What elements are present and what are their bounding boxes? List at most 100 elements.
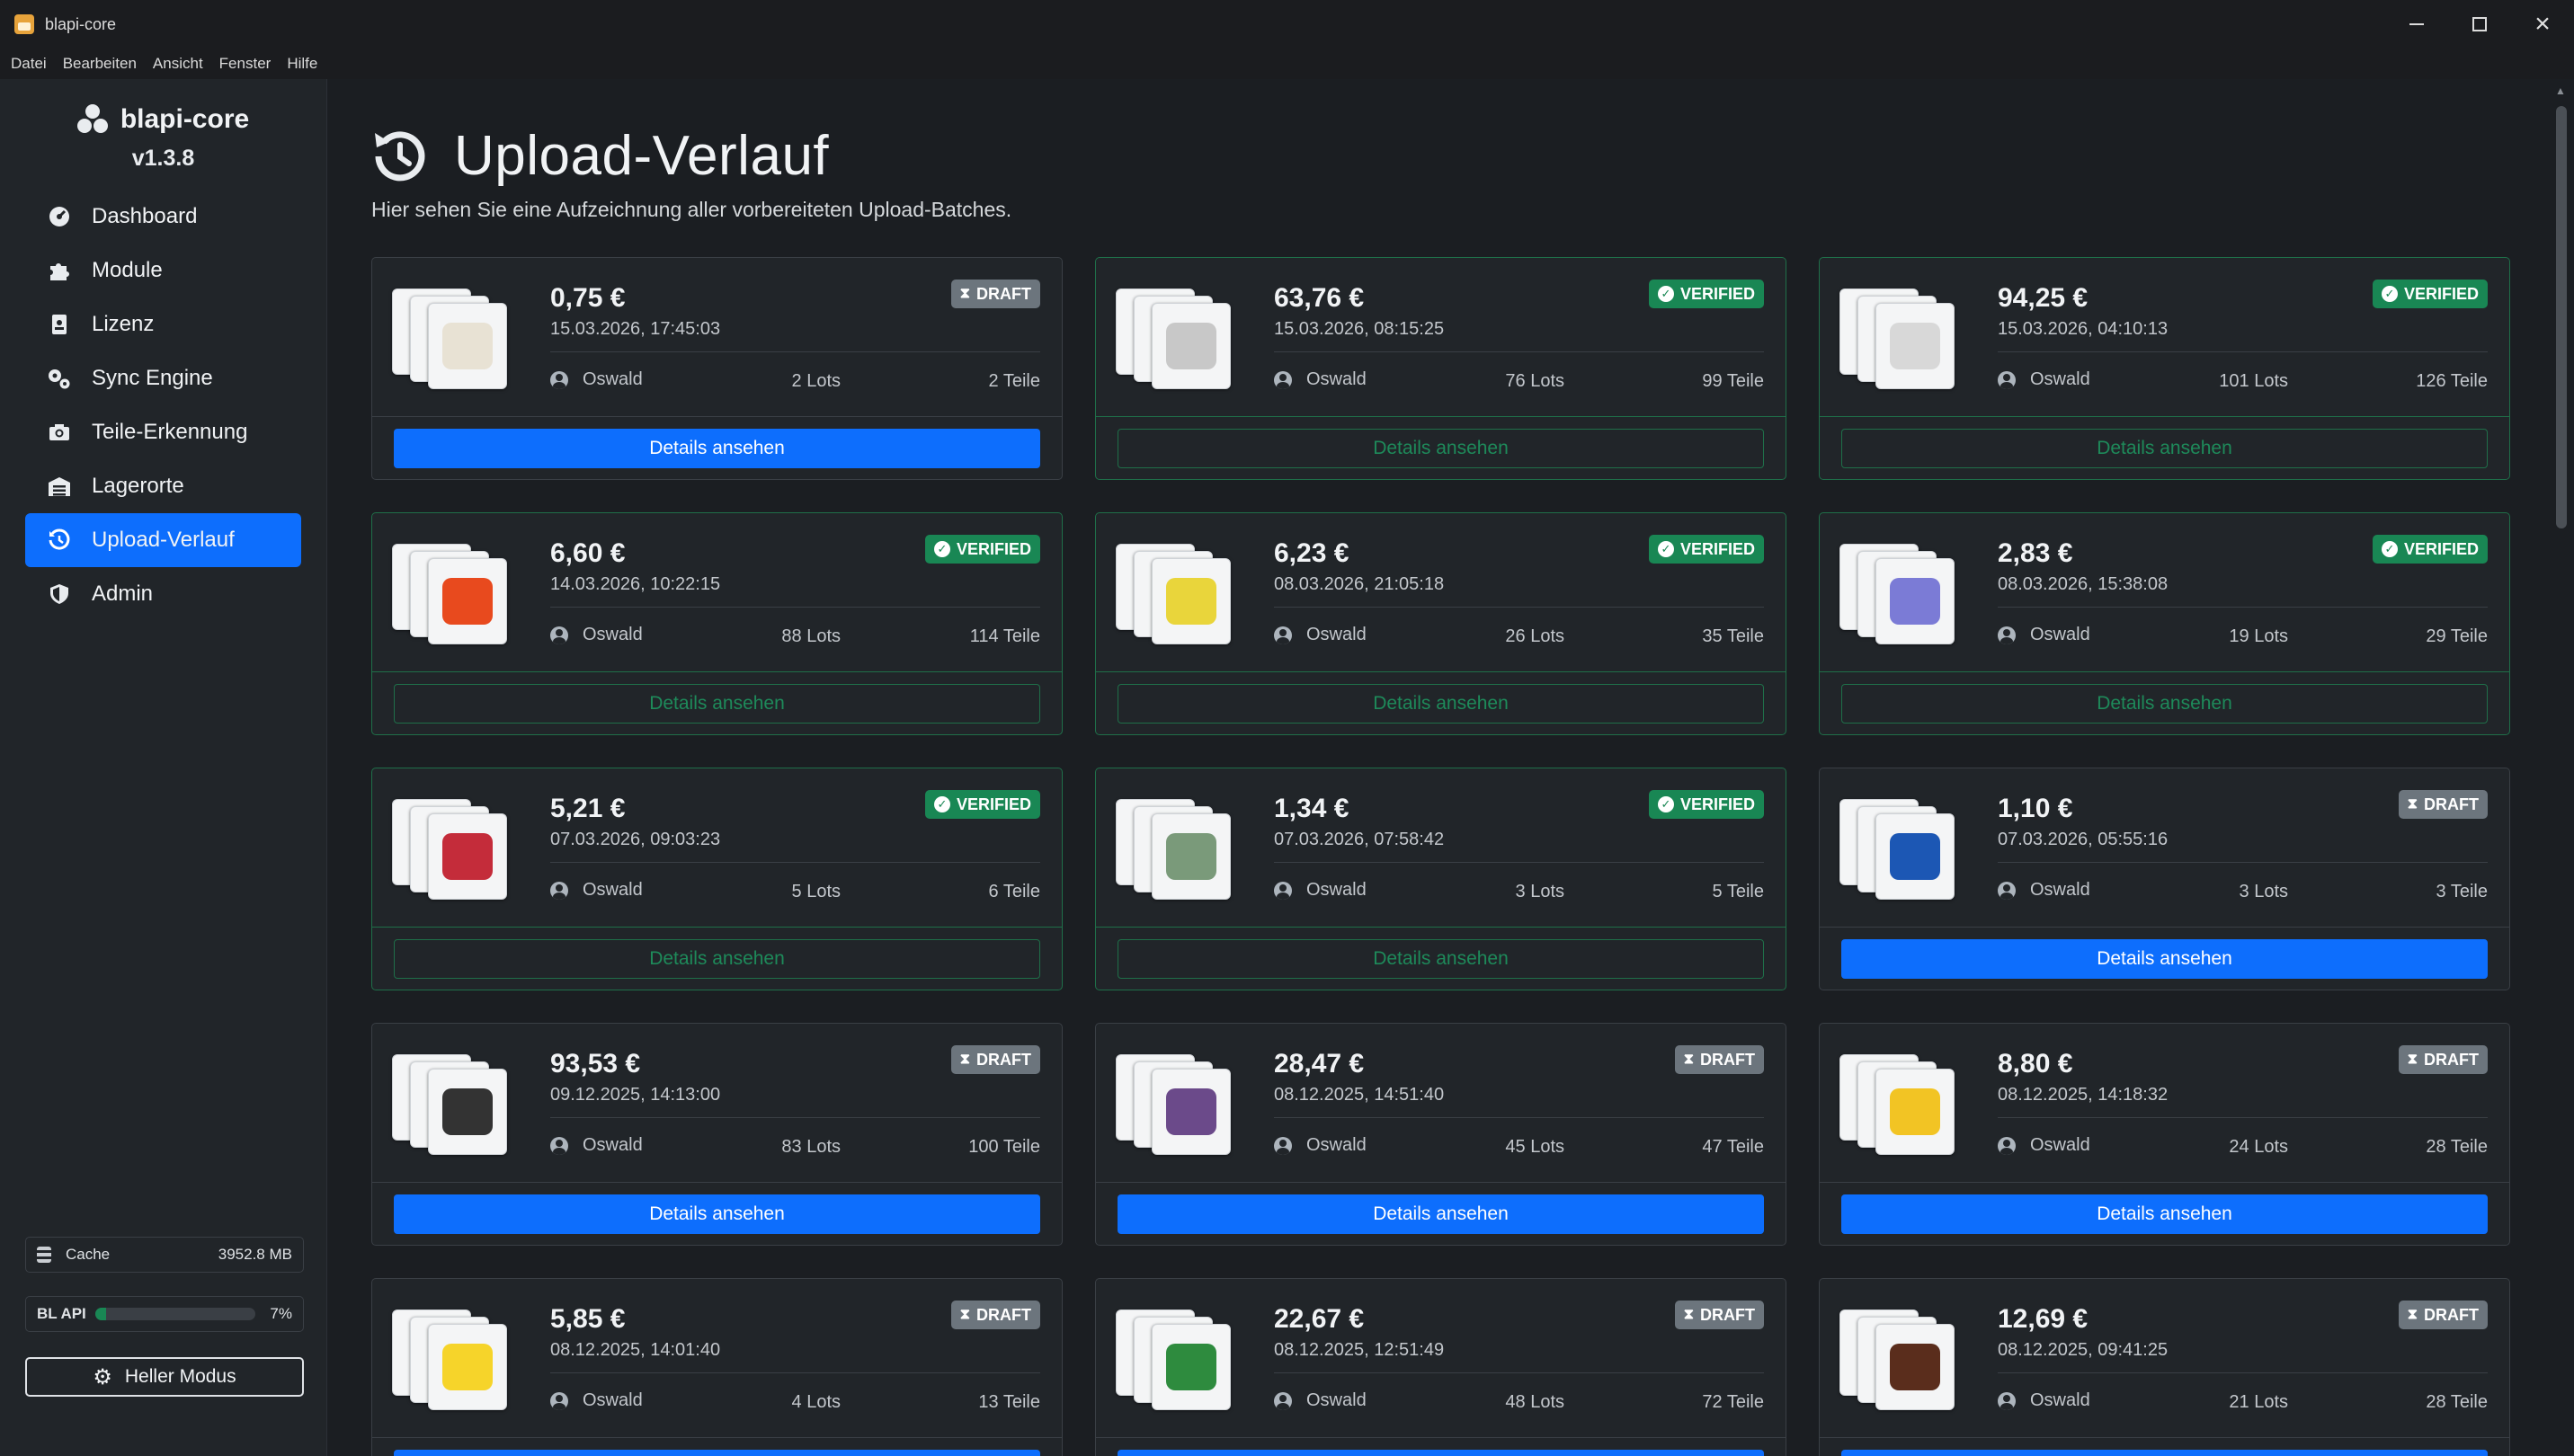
batch-thumbnails: [1116, 544, 1231, 644]
batch-user-name: Oswald: [2030, 625, 2090, 644]
batch-card: 8,80 € 08.12.2025, 14:18:32 ⧗ DRAFT Oswa…: [1819, 1023, 2510, 1246]
status-badge: ⧗ DRAFT: [1674, 1301, 1764, 1329]
batch-user-name: Oswald: [583, 880, 643, 900]
sidebar-item-lagerorte[interactable]: Lagerorte: [25, 459, 301, 513]
card-separator: [550, 607, 1040, 608]
menu-datei[interactable]: Datei: [11, 55, 47, 73]
check-circle-icon: ✓: [933, 541, 950, 557]
batch-lots: 45 Lots: [1505, 1137, 1564, 1157]
scrollbar[interactable]: ▲: [2549, 79, 2574, 1456]
light-mode-button[interactable]: ⚙ Heller Modus: [25, 1357, 304, 1397]
api-label: BL API: [37, 1305, 86, 1322]
batch-user-name: Oswald: [583, 1135, 643, 1155]
card-footer-divider: [372, 1437, 1062, 1438]
card-separator: [550, 862, 1040, 863]
details-button[interactable]: Details ansehen: [394, 939, 1040, 979]
card-footer-divider: [1096, 927, 1786, 928]
sidebar-item-module[interactable]: Module: [25, 244, 301, 297]
status-badge: ⧗ DRAFT: [2398, 1045, 2488, 1074]
sidebar-item-sync-engine[interactable]: Sync Engine: [25, 351, 301, 405]
details-button[interactable]: Details ansehen: [1841, 1450, 2488, 1456]
batch-date: 08.12.2025, 14:18:32: [1998, 1085, 2169, 1105]
batch-thumbnails: [392, 289, 507, 389]
sidebar-item-teile-erkennung[interactable]: Teile-Erkennung: [25, 405, 301, 459]
camera-icon: [47, 420, 72, 445]
sidebar-item-label: Sync Engine: [92, 366, 213, 390]
details-button[interactable]: Details ansehen: [1118, 684, 1764, 724]
batch-user: Oswald: [1998, 1390, 2090, 1411]
batch-user: Oswald: [550, 1135, 643, 1156]
sidebar-item-label: Upload-Verlauf: [92, 528, 235, 552]
sidebar-item-label: Dashboard: [92, 204, 198, 228]
batch-date: 08.03.2026, 15:38:08: [1998, 574, 2169, 594]
status-label: VERIFIED: [1679, 539, 1755, 558]
details-button[interactable]: Details ansehen: [394, 1450, 1040, 1456]
details-button[interactable]: Details ansehen: [394, 1194, 1040, 1234]
batch-price: 6,23 €: [1274, 538, 1349, 568]
part-thumbnail: [428, 558, 507, 644]
batch-date: 08.03.2026, 21:05:18: [1274, 574, 1445, 594]
batch-price: 22,67 €: [1274, 1304, 1365, 1334]
sidebar-item-upload-verlauf[interactable]: Upload-Verlauf: [25, 513, 301, 567]
part-thumbnail: [1875, 1069, 1955, 1155]
status-label: DRAFT: [1700, 1305, 1755, 1324]
scroll-up-icon[interactable]: ▲: [2555, 84, 2566, 97]
batch-lots: 88 Lots: [781, 626, 841, 646]
sidebar-item-dashboard[interactable]: Dashboard: [25, 190, 301, 244]
status-badge: ⧗ DRAFT: [2398, 1301, 2488, 1329]
details-button[interactable]: Details ansehen: [1841, 429, 2488, 468]
batch-user: Oswald: [550, 625, 643, 645]
batch-card: 28,47 € 08.12.2025, 14:51:40 ⧗ DRAFT Osw…: [1095, 1023, 1786, 1246]
batch-parts: 35 Teile: [1702, 626, 1764, 646]
part-thumbnail: [1152, 1324, 1231, 1410]
batch-thumbnails: [1839, 544, 1955, 644]
user-circle-icon: [550, 626, 568, 644]
history-icon: [375, 130, 425, 181]
batch-thumbnails: [1116, 289, 1231, 389]
menu-fenster[interactable]: Fenster: [219, 55, 272, 73]
batch-thumbnails: [1116, 1054, 1231, 1155]
details-button[interactable]: Details ansehen: [1841, 684, 2488, 724]
card-footer-divider: [1820, 416, 2509, 417]
user-circle-icon: [1998, 1391, 2016, 1410]
batch-card: 93,53 € 09.12.2025, 14:13:00 ⧗ DRAFT Osw…: [371, 1023, 1063, 1246]
history-icon: [47, 528, 72, 553]
menu-hilfe[interactable]: Hilfe: [287, 55, 317, 73]
details-button[interactable]: Details ansehen: [1118, 939, 1764, 979]
status-badge: ✓ VERIFIED: [924, 535, 1040, 564]
minimize-button[interactable]: [2385, 0, 2448, 49]
user-circle-icon: [550, 881, 568, 900]
details-button[interactable]: Details ansehen: [1118, 1450, 1764, 1456]
user-circle-icon: [1998, 370, 2016, 389]
batch-user-name: Oswald: [2030, 1390, 2090, 1410]
sidebar-item-admin[interactable]: Admin: [25, 567, 301, 621]
batch-user-name: Oswald: [583, 369, 643, 389]
card-footer-divider: [1096, 1437, 1786, 1438]
scrollbar-thumb[interactable]: [2556, 106, 2567, 528]
details-button[interactable]: Details ansehen: [394, 429, 1040, 468]
menu-bar: Datei Bearbeiten Ansicht Fenster Hilfe: [0, 49, 2574, 79]
menu-ansicht[interactable]: Ansicht: [153, 55, 203, 73]
sidebar-item-lizenz[interactable]: Lizenz: [25, 297, 301, 351]
details-button[interactable]: Details ansehen: [394, 684, 1040, 724]
menu-bearbeiten[interactable]: Bearbeiten: [63, 55, 137, 73]
details-button[interactable]: Details ansehen: [1118, 429, 1764, 468]
user-circle-icon: [550, 370, 568, 389]
status-label: DRAFT: [976, 1305, 1031, 1324]
close-button[interactable]: ×: [2511, 0, 2574, 49]
batch-thumbnails: [392, 544, 507, 644]
status-badge: ✓ VERIFIED: [2372, 280, 2488, 308]
batch-date: 15.03.2026, 04:10:13: [1998, 319, 2169, 339]
batch-thumbnails: [1116, 1310, 1231, 1410]
status-badge: ✓ VERIFIED: [2372, 535, 2488, 564]
card-separator: [550, 1372, 1040, 1373]
hourglass-icon: ⧗: [2407, 796, 2418, 812]
maximize-button[interactable]: [2448, 0, 2511, 49]
card-separator: [550, 351, 1040, 352]
database-icon: [37, 1247, 51, 1263]
batch-lots: 3 Lots: [2239, 882, 2288, 901]
batch-user: Oswald: [550, 880, 643, 901]
details-button[interactable]: Details ansehen: [1118, 1194, 1764, 1234]
details-button[interactable]: Details ansehen: [1841, 939, 2488, 979]
details-button[interactable]: Details ansehen: [1841, 1194, 2488, 1234]
